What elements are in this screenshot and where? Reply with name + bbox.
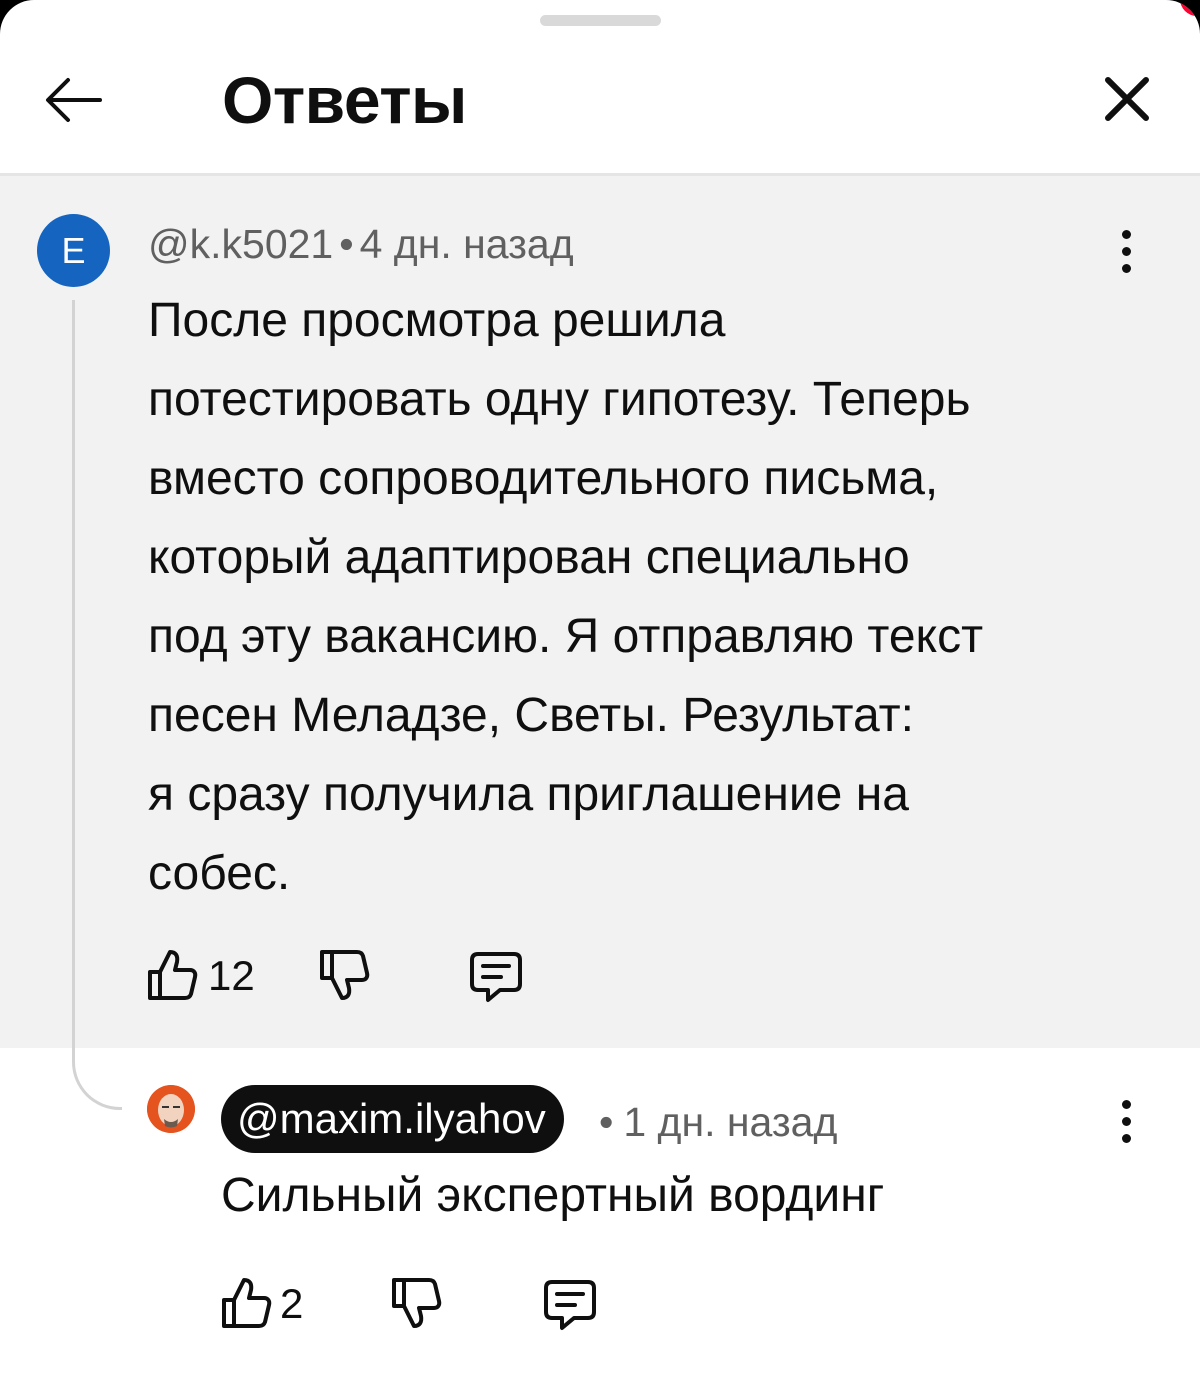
thread-connector (72, 300, 122, 1110)
header: Ответы (0, 0, 1200, 174)
comment-icon (544, 1280, 596, 1330)
replies-sheet: Ответы E @k.k5021 • 4 дн. назад После прос… (0, 0, 1200, 1395)
avatar[interactable] (147, 1085, 195, 1133)
arrow-left-icon[interactable] (42, 68, 106, 132)
reply-meta: • 1 дн. назад (593, 1097, 837, 1147)
dislike-button[interactable] (318, 946, 370, 1007)
thumbs-down-icon (392, 1278, 442, 1328)
comment-text-line: я сразу получила приглашение на (148, 768, 909, 821)
avatar[interactable]: E (37, 214, 110, 287)
comment-text-line: вместо сопроводительного письма, (148, 452, 939, 505)
close-icon[interactable] (1098, 70, 1156, 128)
meta-separator: • (339, 221, 354, 267)
reply-button[interactable] (468, 948, 524, 1009)
like-button[interactable] (146, 946, 198, 1007)
comment-author[interactable]: @k.k5021 (148, 221, 333, 267)
meta-separator: • (599, 1099, 614, 1145)
like-count: 12 (208, 952, 255, 999)
thumbs-up-icon (222, 1278, 272, 1328)
comment-text-line: песен Меладзе, Светы. Результат: (148, 689, 914, 742)
like-button[interactable] (220, 1274, 272, 1335)
comment-time: 4 дн. назад (359, 221, 574, 267)
comment-text-line: под эту вакансию. Я отправляю текст (148, 610, 984, 663)
reply-time: 1 дн. назад (623, 1099, 838, 1145)
comment-text-line: который адаптирован специально (148, 531, 910, 584)
more-options-icon[interactable] (1106, 1092, 1146, 1152)
comment-text-line: собес. (148, 847, 291, 900)
thumbs-down-icon (320, 950, 370, 1000)
comment-actions: 12 (146, 946, 546, 1006)
reply-button[interactable] (542, 1276, 598, 1337)
dislike-button[interactable] (390, 1274, 442, 1335)
comment-text-line: потестировать одну гипотезу. Теперь (148, 373, 971, 426)
page-title: Ответы (222, 63, 467, 137)
thumbs-up-icon (148, 950, 198, 1000)
reply-text: Сильный экспертный вординг (221, 1169, 885, 1222)
comment-meta: @k.k5021 • 4 дн. назад (148, 219, 574, 269)
more-options-icon[interactable] (1106, 222, 1146, 282)
comment-text: После просмотра решила потестировать одн… (148, 281, 1148, 913)
like-count: 2 (280, 1280, 304, 1327)
reply-actions: 2 (220, 1274, 620, 1334)
reply-author[interactable]: @maxim.ilyahov (221, 1085, 564, 1153)
comment-icon (470, 952, 522, 1002)
comment-text-line: После просмотра решила (148, 294, 726, 347)
